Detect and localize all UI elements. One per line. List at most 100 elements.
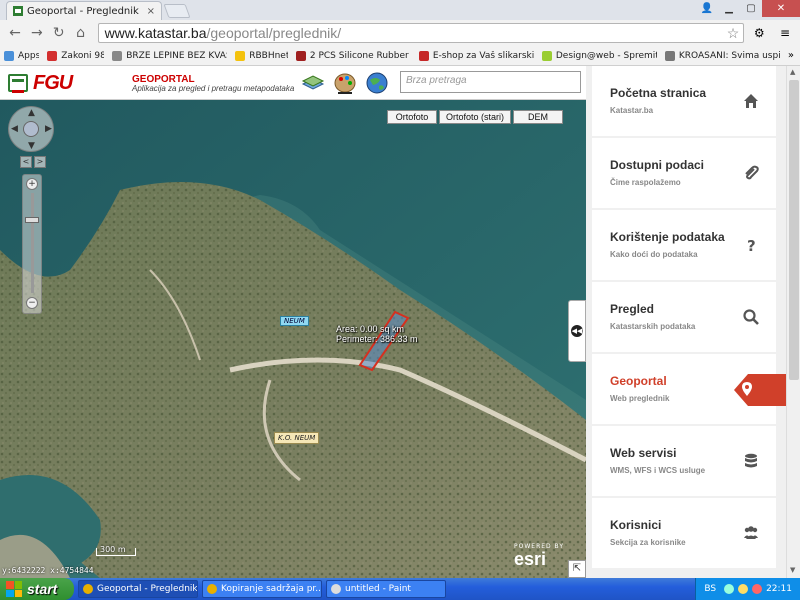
bookmark-icon — [295, 50, 306, 61]
tab-close-icon[interactable]: × — [147, 6, 155, 17]
svg-text:?: ? — [747, 237, 756, 254]
sidebar-item-web-servisi[interactable]: Web servisi WMS, WFS i WCS usluge — [592, 426, 776, 496]
zoom-in-icon[interactable]: + — [26, 178, 38, 190]
basemap-ortofoto-stari-button[interactable]: Ortofoto (stari) — [439, 110, 512, 124]
bookmark-icon — [541, 50, 552, 61]
zoom-slider[interactable]: + − — [22, 174, 42, 314]
sidebar-item-dostupni-podaci[interactable]: Dostupni podaci Čime raspolažemo — [592, 138, 776, 208]
esri-name: esri — [514, 549, 547, 569]
back-icon[interactable]: ← — [4, 25, 26, 41]
bookmark-star-icon[interactable]: ☆ — [727, 25, 740, 42]
globe-icon[interactable] — [364, 70, 390, 96]
taskbar-item-geoportal[interactable]: Geoportal - Preglednik... — [78, 580, 198, 598]
close-window-icon[interactable]: ✕ — [762, 0, 800, 17]
url-path: /geoportal/preglednik/ — [206, 25, 342, 41]
pan-control[interactable]: ▲ ▼ ◀ ▶ — [8, 106, 54, 152]
sidebar-item-subtitle: Sekcija za korisnike — [610, 538, 686, 547]
fgu-logo[interactable]: FGU — [8, 71, 123, 94]
ortophoto-image — [0, 100, 586, 578]
sidebar-item-subtitle: Čime raspolažemo — [610, 178, 681, 187]
bookmark-item[interactable]: Zakoni 98 — [47, 50, 104, 61]
browser-toolbar: ← → ↻ ⌂ www.katastar.ba/geoportal/pregle… — [0, 20, 800, 46]
network-icon[interactable] — [724, 584, 735, 594]
forward-icon[interactable]: → — [26, 25, 48, 41]
sidebar-item-title: Web servisi — [610, 446, 677, 460]
pan-center-icon[interactable] — [23, 121, 39, 137]
sidebar-item-korisnici[interactable]: Korisnici Sekcija za korisnike — [592, 498, 776, 568]
header-tools — [300, 70, 396, 96]
pan-right-icon[interactable]: ▶ — [45, 124, 52, 134]
app-subtitle: Aplikacija za pregled i pretragu metapod… — [132, 84, 295, 93]
scroll-up-icon[interactable]: ▲ — [790, 68, 795, 76]
address-bar[interactable]: www.katastar.ba/geoportal/preglednik/ ☆ — [97, 23, 745, 43]
bookmark-item[interactable]: Apps — [4, 50, 39, 61]
start-button[interactable]: start — [0, 578, 74, 600]
extension-icon[interactable]: ⚙ — [748, 26, 770, 40]
chrome-icon — [207, 584, 217, 594]
overview-map-expand-icon[interactable]: ⇱ — [568, 560, 586, 578]
bookmark-icon — [112, 50, 123, 61]
scroll-down-icon[interactable]: ▼ — [790, 566, 795, 574]
home-icon — [744, 94, 758, 108]
bookmark-item[interactable]: RBBHnet — [235, 50, 288, 61]
sidebar-collapse-button[interactable]: ◀◀ — [568, 300, 586, 362]
sidebar-scrollbar[interactable]: ▲ ▼ — [786, 66, 800, 578]
reload-icon[interactable]: ↻ — [48, 25, 70, 41]
browser-tab[interactable]: Geoportal - Preglednik × — [6, 1, 162, 20]
user-icon[interactable]: 👤 — [696, 0, 718, 17]
coordinate-readout: y:6432222 x:4754844 — [2, 566, 94, 575]
pan-down-icon[interactable]: ▼ — [28, 141, 35, 151]
measure-area: Area: 0.00 sq km — [336, 324, 405, 334]
sidebar-item-title: Korištenje podataka — [610, 230, 725, 244]
layers-icon[interactable] — [300, 70, 326, 96]
sidebar-item-pocetna[interactable]: Početna stranica Katastar.ba — [592, 66, 776, 136]
clock: 22:11 — [766, 584, 792, 594]
taskbar-item-paint[interactable]: untitled - Paint — [326, 580, 446, 598]
home-icon[interactable]: ⌂ — [70, 25, 92, 41]
bookmarks-more[interactable]: » — [788, 50, 794, 61]
volume-icon[interactable] — [738, 584, 749, 594]
bookmark-item[interactable]: BRZE LEPINE BEZ KVASCA — [112, 50, 227, 61]
sidebar-item-subtitle: WMS, WFS i WCS usluge — [610, 466, 706, 475]
sidebar-item-subtitle: Kako doći do podataka — [610, 250, 698, 259]
quick-search-input[interactable]: Brza pretraga — [400, 71, 581, 93]
bookmark-item[interactable]: 2 PCS Silicone Rubber W — [295, 50, 411, 61]
maximize-icon[interactable]: ▢ — [740, 0, 762, 17]
basemap-ortofoto-button[interactable]: Ortofoto — [387, 110, 437, 124]
users-icon — [744, 526, 758, 539]
sidebar-item-subtitle: Katastar.ba — [610, 106, 654, 115]
rotate-right-icon[interactable]: > — [34, 156, 46, 168]
measure-perimeter: Perimeter: 386.33 m — [336, 334, 418, 344]
basemap-dem-button[interactable]: DEM — [513, 110, 564, 124]
pan-left-icon[interactable]: ◀ — [11, 124, 18, 134]
map-view[interactable]: Ortofoto Ortofoto (stari) DEM ▲ ▼ ◀ ▶ < … — [0, 100, 586, 578]
pan-up-icon[interactable]: ▲ — [28, 108, 35, 118]
rotate-left-icon[interactable]: < — [20, 156, 32, 168]
bookmark-item[interactable]: KROASANI: Svima uspije — [664, 50, 780, 61]
zoom-thumb[interactable] — [25, 217, 39, 223]
fgu-logo-text: FGU — [33, 71, 73, 94]
menu-icon[interactable]: ≡ — [774, 26, 796, 40]
measurement-readout: Area: 0.00 sq km Perimeter: 386.33 m — [336, 324, 418, 344]
new-tab-button[interactable] — [163, 4, 191, 18]
map-label-neum: NEUM — [280, 316, 309, 326]
sidebar-item-koristenje-podataka[interactable]: Korištenje podataka Kako doći do podatak… — [592, 210, 776, 280]
taskbar-item-kopiranje[interactable]: Kopiranje sadržaja pr... — [202, 580, 322, 598]
chrome-icon — [83, 584, 93, 594]
bookmark-item[interactable]: E-shop za Vaš slikarski p — [418, 50, 534, 61]
system-tray: BS 22:11 — [695, 578, 800, 600]
esri-logo[interactable]: POWERED BY esri — [514, 543, 564, 568]
scrollbar-thumb[interactable] — [789, 80, 799, 380]
sidebar-item-geoportal[interactable]: Geoportal Web preglednik — [592, 354, 794, 424]
bookmark-item[interactable]: Design@web - Spremite — [541, 50, 657, 61]
zoom-out-icon[interactable]: − — [26, 297, 38, 309]
minimize-icon[interactable]: ▁ — [718, 0, 740, 17]
palette-icon[interactable] — [332, 70, 358, 96]
sidebar-item-pregled[interactable]: Pregled Katastarskih podataka — [592, 282, 776, 352]
browser-tab-bar: Geoportal - Preglednik × 👤 ▁ ▢ ✕ — [0, 0, 800, 20]
window-controls: 👤 ▁ ▢ ✕ — [696, 0, 800, 17]
zoom-track[interactable] — [31, 193, 34, 293]
basemap-switcher: Ortofoto Ortofoto (stari) DEM — [387, 110, 565, 124]
language-indicator[interactable]: BS — [704, 584, 716, 594]
security-icon[interactable] — [752, 584, 763, 594]
